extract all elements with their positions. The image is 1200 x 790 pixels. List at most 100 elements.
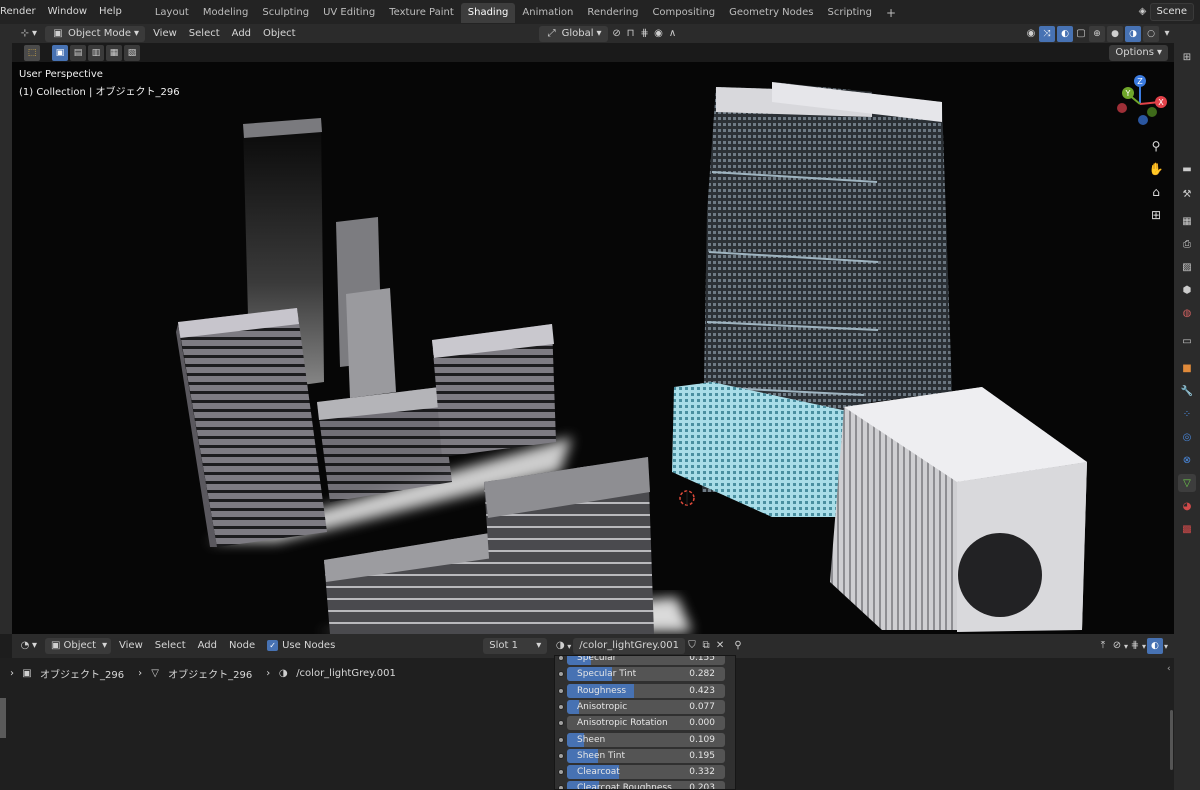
transform-orientation-dropdown[interactable]: ⤢ Global ▾ [538,25,608,42]
mode-dropdown[interactable]: ▣ Object Mode ▾ [45,25,146,42]
pivot-icon[interactable]: ⊘ [610,27,624,41]
shader-editor-type-dropdown[interactable]: ◔ ▾ [12,638,43,654]
constraints-tab-icon[interactable]: ⊗ [1178,451,1196,469]
solid-shading-icon[interactable]: ● [1107,25,1123,42]
particles-tab-icon[interactable]: ⁘ [1178,405,1196,423]
scene-tab-icon[interactable]: ⬢ [1178,281,1196,299]
param-slider-anisotropic-rotation[interactable]: Anisotropic Rotation 0.000 [567,716,725,731]
grid-view-icon[interactable]: ⊞ [1148,207,1164,223]
falloff-icon[interactable]: ∧ [666,27,680,41]
tab-sculpting[interactable]: Sculpting [255,3,316,23]
param-slider-clearcoat-roughness[interactable]: Clearcoat Roughness 0.203 [567,781,725,789]
modifier-tab-icon[interactable]: 🔧 [1178,382,1196,400]
navigation-gizmo[interactable]: Z X Y [1112,72,1168,132]
pan-hand-icon[interactable]: ✋ [1148,161,1164,177]
tool-settings-icon[interactable]: ⚒ [1178,185,1196,203]
menu-view[interactable]: View [147,26,183,42]
node-menu-select[interactable]: Select [149,638,192,654]
data-tab-icon[interactable]: ▽ [1178,474,1196,492]
collection-tab-icon[interactable]: ▭ [1178,332,1196,350]
material-tab-icon[interactable]: ◕ [1178,497,1196,515]
visibility-icon[interactable]: ◉ [1024,27,1038,41]
snap-icon[interactable]: ⊓ [624,27,638,41]
snap-node-icon[interactable]: ⊘ [1110,639,1124,653]
zoom-icon[interactable]: ⚲ [1148,138,1164,154]
use-nodes-toggle[interactable]: ✓ Use Nodes [261,638,341,654]
menu-help[interactable]: Help [93,0,128,24]
world-tab-icon[interactable]: ◍ [1178,304,1196,322]
input-socket[interactable] [558,752,564,759]
tab-uv-editing[interactable]: UV Editing [316,3,382,23]
scene-selector[interactable]: ◈ Scene [1136,3,1194,21]
output-tab-icon[interactable]: ⎙ [1178,235,1196,253]
select-new-icon[interactable]: ▣ [52,44,68,61]
xray-icon[interactable]: ▢ [1074,27,1088,41]
render-tab-icon[interactable]: ▦ [1178,212,1196,230]
tab-modeling[interactable]: Modeling [196,3,256,23]
add-workspace-button[interactable]: + [879,3,903,23]
input-socket[interactable] [558,656,564,661]
proportional-edit-icon[interactable]: ◉ [652,27,666,41]
param-slider-sheen-tint[interactable]: Sheen Tint 0.195 [567,748,725,763]
select-intersect-icon[interactable]: ▧ [124,44,140,61]
tab-compositing[interactable]: Compositing [645,3,722,23]
shader-type-dropdown[interactable]: ▣ Object ▾ [45,638,112,654]
gizmo-toggle-icon[interactable]: ⤨ [1039,25,1055,42]
duplicate-material-icon[interactable]: ⧉ [699,639,713,653]
scene-name-field[interactable]: Scene [1149,3,1194,21]
param-slider-roughness[interactable]: Roughness 0.423 [567,683,725,698]
menu-select[interactable]: Select [183,26,226,42]
tab-scripting[interactable]: Scripting [821,3,879,23]
menu-add[interactable]: Add [226,26,257,42]
texture-tab-icon[interactable]: ▩ [1178,520,1196,538]
input-socket[interactable] [558,703,564,710]
rendered-shading-icon[interactable]: ○ [1143,25,1159,42]
node-menu-view[interactable]: View [113,638,149,654]
tab-shading[interactable]: Shading [460,3,516,23]
snap-element-icon[interactable]: ⋕ [1128,639,1142,653]
tab-rendering[interactable]: Rendering [580,3,645,23]
breadcrumb-material[interactable]: /color_lightGrey.001 [296,668,396,679]
param-slider-anisotropic[interactable]: Anisotropic 0.077 [567,699,725,714]
tool-tab-icon[interactable]: ▬ [1178,160,1196,178]
param-slider-sheen[interactable]: Sheen 0.109 [567,732,725,747]
select-invert-icon[interactable]: ▦ [106,44,122,61]
param-slider-specular[interactable]: Specular 0.155 [567,656,725,665]
view-layer-tab-icon[interactable]: ▨ [1178,258,1196,276]
principled-bsdf-node[interactable]: Specular 0.155 Specular Tint 0.282 Roughness… [554,655,736,790]
3d-viewport[interactable]: User Perspective (1) Collection | オブジェクト… [12,62,1174,634]
input-socket[interactable] [558,671,564,678]
properties-header-icon[interactable]: ⊞ [1178,48,1196,66]
unlink-material-icon[interactable]: ✕ [713,639,727,653]
material-preview-icon[interactable]: ◑ [1125,25,1141,42]
input-socket[interactable] [558,687,564,694]
node-editor-scrollbar[interactable] [1170,710,1173,770]
param-slider-specular-tint[interactable]: Specular Tint 0.282 [567,667,725,682]
select-extend-icon[interactable]: ▤ [70,44,86,61]
input-socket[interactable] [558,769,564,776]
node-menu-add[interactable]: Add [192,638,223,654]
breadcrumb-mesh[interactable]: オブジェクト_296 [168,666,252,681]
select-subtract-icon[interactable]: ▥ [88,44,104,61]
menu-window[interactable]: Window [42,0,93,24]
pin-icon[interactable]: ⚲ [731,639,745,653]
wireframe-shading-icon[interactable]: ⊕ [1089,25,1105,42]
input-socket[interactable] [558,720,564,727]
options-dropdown[interactable]: Options ▾ [1109,44,1168,61]
param-slider-clearcoat[interactable]: Clearcoat 0.332 [567,765,725,780]
material-name-field[interactable]: /color_lightGrey.001 [573,638,686,654]
node-overlay-icon[interactable]: ◐ [1146,638,1163,654]
input-socket[interactable] [558,736,564,743]
overlay-toggle-icon[interactable]: ◐ [1057,25,1073,42]
breadcrumb-object[interactable]: オブジェクト_296 [40,666,124,681]
slot-dropdown[interactable]: Slot 1 ▾ [483,638,548,654]
chevron-left-icon[interactable]: ‹ [1167,664,1171,674]
object-tab-icon[interactable]: ■ [1178,359,1196,377]
physics-tab-icon[interactable]: ◎ [1178,428,1196,446]
menu-render[interactable]: Render [0,0,42,24]
tab-geometry-nodes[interactable]: Geometry Nodes [722,3,820,23]
material-browse-icon[interactable]: ◑ [553,639,567,653]
chevron-down-icon[interactable]: ▾ [1160,27,1174,41]
node-menu-node[interactable]: Node [223,638,261,654]
tab-layout[interactable]: Layout [148,3,196,23]
